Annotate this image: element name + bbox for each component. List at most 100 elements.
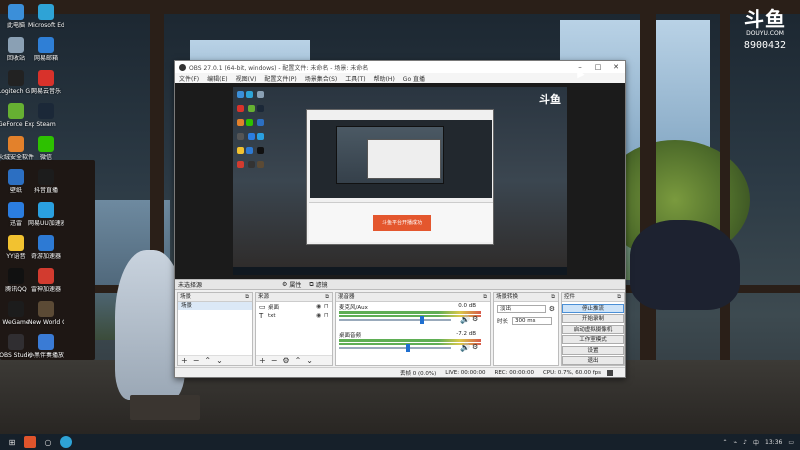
search-icon[interactable]: ○ bbox=[42, 436, 54, 448]
cpu-fps: CPU: 0.7%, 60.00 fps bbox=[542, 369, 601, 376]
dock-float-icon[interactable]: ⧉ bbox=[483, 293, 487, 302]
desktop-icon[interactable]: 雷神加速器 bbox=[28, 268, 64, 293]
lock-icon[interactable]: ⊓ bbox=[324, 303, 332, 310]
gear-icon: ⚙ bbox=[282, 281, 288, 288]
properties-button[interactable]: ⚙ 属性 bbox=[282, 280, 301, 289]
dock-float-icon[interactable]: ⧉ bbox=[551, 293, 555, 302]
dock-float-icon[interactable]: ⧉ bbox=[245, 293, 249, 302]
wallpaper-pillar-3 bbox=[720, 0, 730, 420]
duration-label: 时长 bbox=[497, 319, 509, 325]
move-down-icon[interactable]: ⌄ bbox=[306, 356, 313, 365]
gear-icon[interactable]: ⚙ bbox=[472, 343, 478, 351]
menu-item[interactable]: 视图(V) bbox=[236, 74, 257, 83]
filters-button[interactable]: ⧉ 滤镜 bbox=[309, 280, 327, 290]
app-icon bbox=[8, 136, 24, 152]
move-up-icon[interactable]: ⌃ bbox=[295, 356, 302, 365]
desktop-icon-label: 微信 bbox=[39, 154, 52, 161]
track-db: 0.0 dB bbox=[458, 303, 476, 309]
app-icon bbox=[38, 169, 54, 185]
start-icon[interactable]: ⊞ bbox=[6, 436, 18, 448]
desktop-icon[interactable]: 网易云音乐 bbox=[28, 70, 64, 95]
control-buttons: 停止推流 开始录制 启动虚拟摄像机 工作室模式 设置 退出 bbox=[562, 303, 624, 365]
transitions-dock: 场景转换 ⧉ 淡出 ⚙ 时长 300 ms bbox=[493, 292, 559, 366]
duration-spinbox[interactable]: 300 ms bbox=[512, 317, 553, 325]
volume-slider-handle[interactable] bbox=[406, 344, 411, 352]
volume-slider[interactable] bbox=[339, 347, 451, 349]
volume-slider[interactable] bbox=[339, 319, 451, 321]
source-label: txt bbox=[268, 312, 276, 319]
source-item[interactable]: ▭ 桌面 ◉ ⊓ bbox=[256, 302, 332, 311]
app-icon bbox=[38, 136, 54, 152]
control-button[interactable]: 退出 bbox=[562, 356, 624, 365]
volume-icon[interactable]: ♪ bbox=[743, 439, 747, 446]
desktop-icon[interactable]: 奇游加速器 bbox=[28, 235, 64, 260]
menu-item[interactable]: 工具(T) bbox=[345, 74, 365, 83]
transitions-title: 场景转换 bbox=[496, 294, 519, 300]
maximize-icon[interactable]: □ bbox=[589, 63, 607, 71]
control-button[interactable]: 停止推流 bbox=[562, 303, 624, 313]
control-button[interactable]: 启动虚拟摄像机 bbox=[562, 324, 624, 334]
dropped-frames: 丢帧 0 (0.0%) bbox=[400, 370, 437, 377]
speaker-icon[interactable]: 🔊 bbox=[460, 343, 470, 352]
desktop-icon-label: 网易邮箱 bbox=[33, 55, 58, 62]
network-icon[interactable]: ⌁ bbox=[734, 439, 738, 446]
douyu-taskbar-icon[interactable] bbox=[24, 436, 36, 448]
desktop-icon[interactable]: Steam bbox=[28, 103, 64, 128]
volume-slider-handle[interactable] bbox=[419, 316, 424, 324]
menu-item[interactable]: Go 直播 bbox=[403, 74, 425, 83]
desktop-icon[interactable]: Microsoft Edge bbox=[28, 4, 64, 29]
app-icon bbox=[38, 334, 54, 350]
input-language[interactable]: 中 bbox=[753, 438, 759, 447]
obs-window[interactable]: OBS 27.0.1 (64-bit, windows) - 配置文件: 未命名… bbox=[174, 60, 626, 378]
move-up-icon[interactable]: ⌃ bbox=[204, 356, 211, 365]
desktop-icon-label: 小黑伴奏播放器 bbox=[28, 352, 64, 359]
eye-icon[interactable]: ◉ bbox=[316, 303, 324, 310]
level-meter bbox=[339, 339, 481, 342]
source-item[interactable]: Ttxt ◉ ⊓ bbox=[256, 311, 332, 320]
desktop-icon[interactable]: 网易邮箱 bbox=[28, 37, 64, 62]
menu-item[interactable]: 场景集合(S) bbox=[305, 74, 338, 83]
live-time: LIVE: 00:00:00 bbox=[445, 369, 486, 376]
obs-titlebar[interactable]: OBS 27.0.1 (64-bit, windows) - 配置文件: 未命名… bbox=[175, 61, 625, 73]
notification-icon[interactable]: ▭ bbox=[788, 439, 794, 446]
desktop-icon[interactable]: 微信 bbox=[28, 136, 64, 161]
chevron-up-icon[interactable]: ⌃ bbox=[723, 439, 728, 446]
obs-statusbar: 丢帧 0 (0.0%) LIVE: 00:00:00 REC: 00:00:00… bbox=[175, 367, 625, 377]
remove-source-icon[interactable]: − bbox=[271, 356, 278, 365]
menu-item[interactable]: 编辑(E) bbox=[207, 74, 227, 83]
controls-dock: 控件 ⧉ 停止推流 开始录制 启动虚拟摄像机 工作室模式 设置 退出 bbox=[561, 292, 625, 366]
speaker-icon[interactable]: 🔊 bbox=[460, 315, 470, 324]
desktop-icon-label: 抖音直播 bbox=[33, 187, 58, 194]
move-down-icon[interactable]: ⌄ bbox=[216, 356, 223, 365]
desktop-icon[interactable]: 网易UU加速器 bbox=[28, 202, 64, 227]
app-icon bbox=[38, 301, 54, 317]
close-icon[interactable]: ✕ bbox=[607, 63, 625, 71]
remove-scene-icon[interactable]: − bbox=[193, 356, 200, 365]
desktop-icon-label: New World Open Beta bbox=[28, 319, 64, 326]
desktop-icon[interactable]: 小黑伴奏播放器 bbox=[28, 334, 64, 359]
menu-item[interactable]: 配置文件(P) bbox=[264, 74, 296, 83]
control-button[interactable]: 设置 bbox=[562, 345, 624, 355]
add-scene-icon[interactable]: + bbox=[181, 356, 188, 365]
obs-preview[interactable]: 斗鱼 斗鱼平台开播成功 bbox=[175, 83, 625, 279]
clock-time[interactable]: 13:36 bbox=[765, 439, 782, 446]
gear-icon[interactable]: ⚙ bbox=[549, 305, 555, 313]
control-button[interactable]: 开始录制 bbox=[562, 314, 624, 323]
gear-icon[interactable]: ⚙ bbox=[282, 356, 289, 365]
transition-select[interactable]: 淡出 bbox=[497, 305, 546, 313]
lock-icon[interactable]: ⊓ bbox=[324, 312, 332, 319]
add-source-icon[interactable]: + bbox=[259, 356, 266, 365]
menu-item[interactable]: 文件(F) bbox=[179, 74, 199, 83]
dock-float-icon[interactable]: ⧉ bbox=[325, 293, 329, 302]
taskbar: ⊞ ○ ⌃ ⌁ ♪ 中 13:36 ▭ bbox=[0, 434, 800, 450]
desktop-icon[interactable]: 抖音直播 bbox=[28, 169, 64, 194]
edge-taskbar-icon[interactable] bbox=[60, 436, 72, 448]
gear-icon[interactable]: ⚙ bbox=[472, 315, 478, 323]
eye-icon[interactable]: ◉ bbox=[316, 312, 324, 319]
desktop-icon[interactable]: New World Open Beta bbox=[28, 301, 64, 326]
app-icon bbox=[8, 103, 24, 119]
scene-item[interactable]: 场景 bbox=[178, 302, 252, 310]
menu-item[interactable]: 帮助(H) bbox=[374, 74, 395, 83]
control-button[interactable]: 工作室模式 bbox=[562, 335, 624, 344]
dock-float-icon[interactable]: ⧉ bbox=[617, 293, 621, 302]
